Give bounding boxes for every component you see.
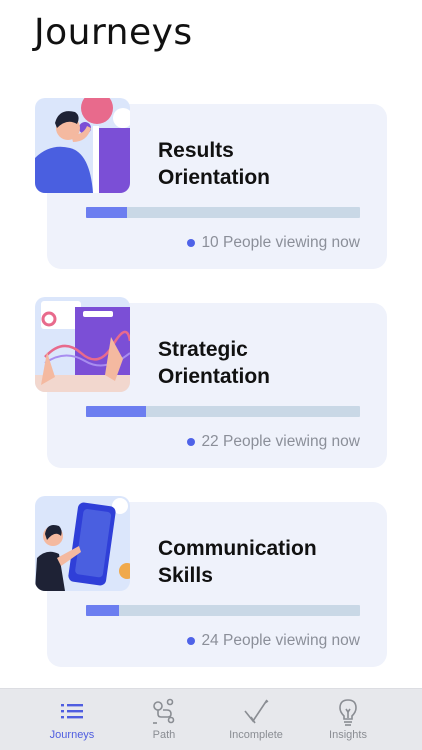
- journey-card-strategic-orientation[interactable]: Strategic Orientation 22 People viewing …: [35, 297, 387, 468]
- viewers-status: 10 People viewing now: [187, 234, 360, 252]
- journey-title-line1: Communication: [158, 537, 317, 560]
- bottom-tab-bar: Journeys Path Incomplete Insights: [0, 688, 422, 750]
- journey-illustration: [35, 297, 130, 392]
- progress-bar: [86, 605, 360, 616]
- live-dot-icon: [187, 637, 196, 645]
- progress-fill: [86, 207, 128, 218]
- tab-path[interactable]: Path: [114, 689, 214, 750]
- tab-incomplete[interactable]: Incomplete: [206, 689, 306, 750]
- journey-card-communication-skills[interactable]: Communication Skills 24 People viewing n…: [35, 496, 387, 667]
- lightbulb-icon: [339, 699, 357, 726]
- viewers-status: 22 People viewing now: [187, 433, 360, 451]
- check-pencil-icon: [244, 699, 269, 724]
- list-icon: [61, 704, 83, 719]
- live-dot-icon: [187, 438, 196, 446]
- viewers-text: 24 People viewing now: [201, 632, 360, 649]
- tab-label: Insights: [329, 729, 367, 741]
- page-title: Journeys: [34, 12, 193, 53]
- journey-title-line1: Strategic: [158, 338, 248, 361]
- viewers-text: 22 People viewing now: [201, 433, 360, 450]
- progress-bar: [86, 406, 360, 417]
- tab-insights[interactable]: Insights: [298, 689, 398, 750]
- journey-title: Results Orientation: [158, 137, 378, 191]
- tab-label: Path: [152, 729, 176, 741]
- progress-fill: [86, 605, 119, 616]
- journey-title: Communication Skills: [158, 535, 378, 589]
- journey-illustration: [35, 496, 130, 591]
- viewers-text: 10 People viewing now: [201, 234, 360, 251]
- journey-title-line1: Results: [158, 139, 234, 162]
- viewers-status: 24 People viewing now: [187, 632, 360, 650]
- journey-title-line2: Skills: [158, 564, 213, 587]
- journey-card-results-orientation[interactable]: Results Orientation 10 People viewing no…: [35, 98, 387, 269]
- path-icon: [153, 698, 175, 724]
- progress-fill: [86, 406, 147, 417]
- live-dot-icon: [187, 239, 196, 247]
- journey-illustration: [35, 98, 130, 193]
- tab-label: Journeys: [49, 729, 95, 741]
- journey-title: Strategic Orientation: [158, 336, 378, 390]
- journey-title-line2: Orientation: [158, 166, 271, 189]
- tab-journeys[interactable]: Journeys: [22, 689, 122, 750]
- progress-bar: [86, 207, 360, 218]
- journey-title-line2: Orientation: [158, 365, 271, 388]
- tab-label: Incomplete: [229, 729, 283, 741]
